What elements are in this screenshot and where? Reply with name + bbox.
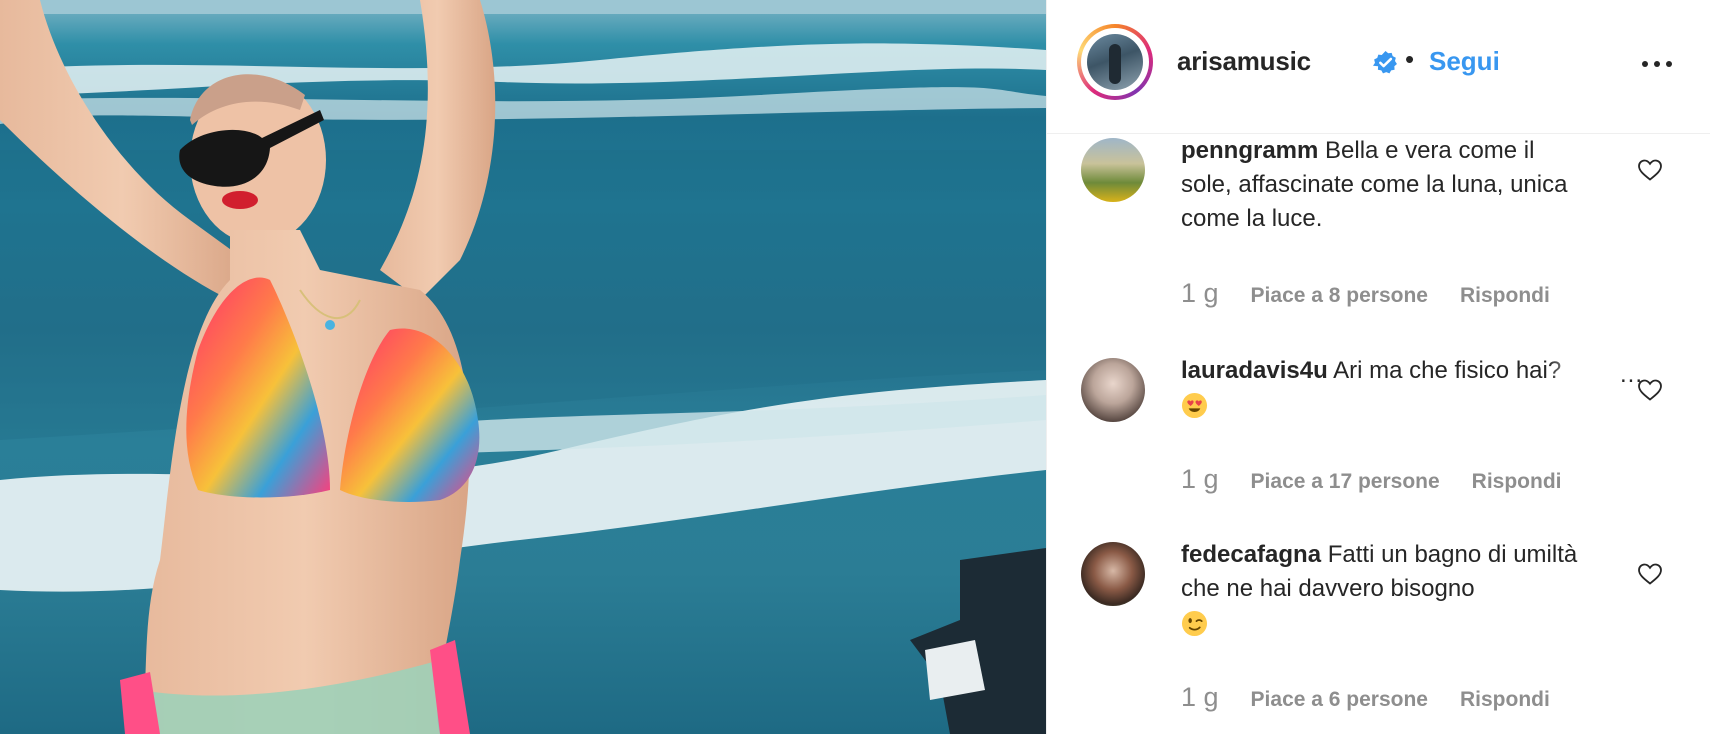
comment-time[interactable]: 1 g (1181, 278, 1219, 308)
reply-button[interactable]: Rispondi (1460, 688, 1550, 711)
comments-panel: arisamusic • Segui penngramm Bella e ver… (1046, 0, 1710, 734)
reply-button[interactable]: Rispondi (1472, 470, 1562, 493)
post-viewer: arisamusic • Segui penngramm Bella e ver… (0, 0, 1710, 734)
comment-list: penngramm Bella e vera come il sole, aff… (1047, 134, 1710, 734)
follow-button[interactable]: Segui (1429, 46, 1500, 77)
verified-badge-icon (1373, 51, 1397, 74)
heart-icon[interactable] (1637, 158, 1663, 182)
author-avatar[interactable] (1077, 24, 1153, 100)
commenter-avatar[interactable] (1081, 542, 1145, 606)
reply-button[interactable]: Rispondi (1460, 284, 1550, 307)
heart-icon[interactable] (1637, 378, 1663, 402)
comment-time[interactable]: 1 g (1181, 682, 1219, 712)
comment-time[interactable]: 1 g (1181, 464, 1219, 494)
comment-username[interactable]: fedecafagna (1181, 541, 1321, 568)
comment-body: fedecafagna Fatti un bagno di umiltà che… (1181, 538, 1591, 640)
comment-text: Ari ma che fisico hai? (1333, 357, 1562, 384)
beach-photo-illustration (0, 0, 1046, 734)
commenter-avatar[interactable] (1081, 358, 1145, 422)
winking-face-emoji-icon (1181, 611, 1208, 637)
heart-icon[interactable] (1637, 562, 1663, 586)
comment-meta: 1 g Piace a 6 persone Rispondi (1181, 682, 1550, 713)
more-options-icon[interactable] (1639, 52, 1675, 76)
comment-meta: 1 g Piace a 17 persone Rispondi (1181, 464, 1562, 495)
post-header: arisamusic • Segui (1047, 0, 1710, 134)
comment-username[interactable]: lauradavis4u (1181, 357, 1328, 384)
comment-more-indicator[interactable]: ... (1547, 361, 1647, 395)
author-username[interactable]: arisamusic (1177, 46, 1311, 77)
header-separator: • (1405, 44, 1415, 74)
comment-body: lauradavis4u Ari ma che fisico hai? (1181, 354, 1591, 422)
comment-username[interactable]: penngramm (1181, 137, 1318, 164)
comment-body: penngramm Bella e vera come il sole, aff… (1181, 134, 1591, 236)
heart-eyes-emoji-icon (1181, 393, 1208, 419)
commenter-avatar[interactable] (1081, 138, 1145, 202)
comment-likes[interactable]: Piace a 6 persone (1251, 688, 1428, 711)
comment-meta: 1 g Piace a 8 persone Rispondi (1181, 278, 1550, 309)
comment-likes[interactable]: Piace a 17 persone (1251, 470, 1440, 493)
comment-likes[interactable]: Piace a 8 persone (1251, 284, 1428, 307)
post-photo[interactable] (0, 0, 1046, 734)
